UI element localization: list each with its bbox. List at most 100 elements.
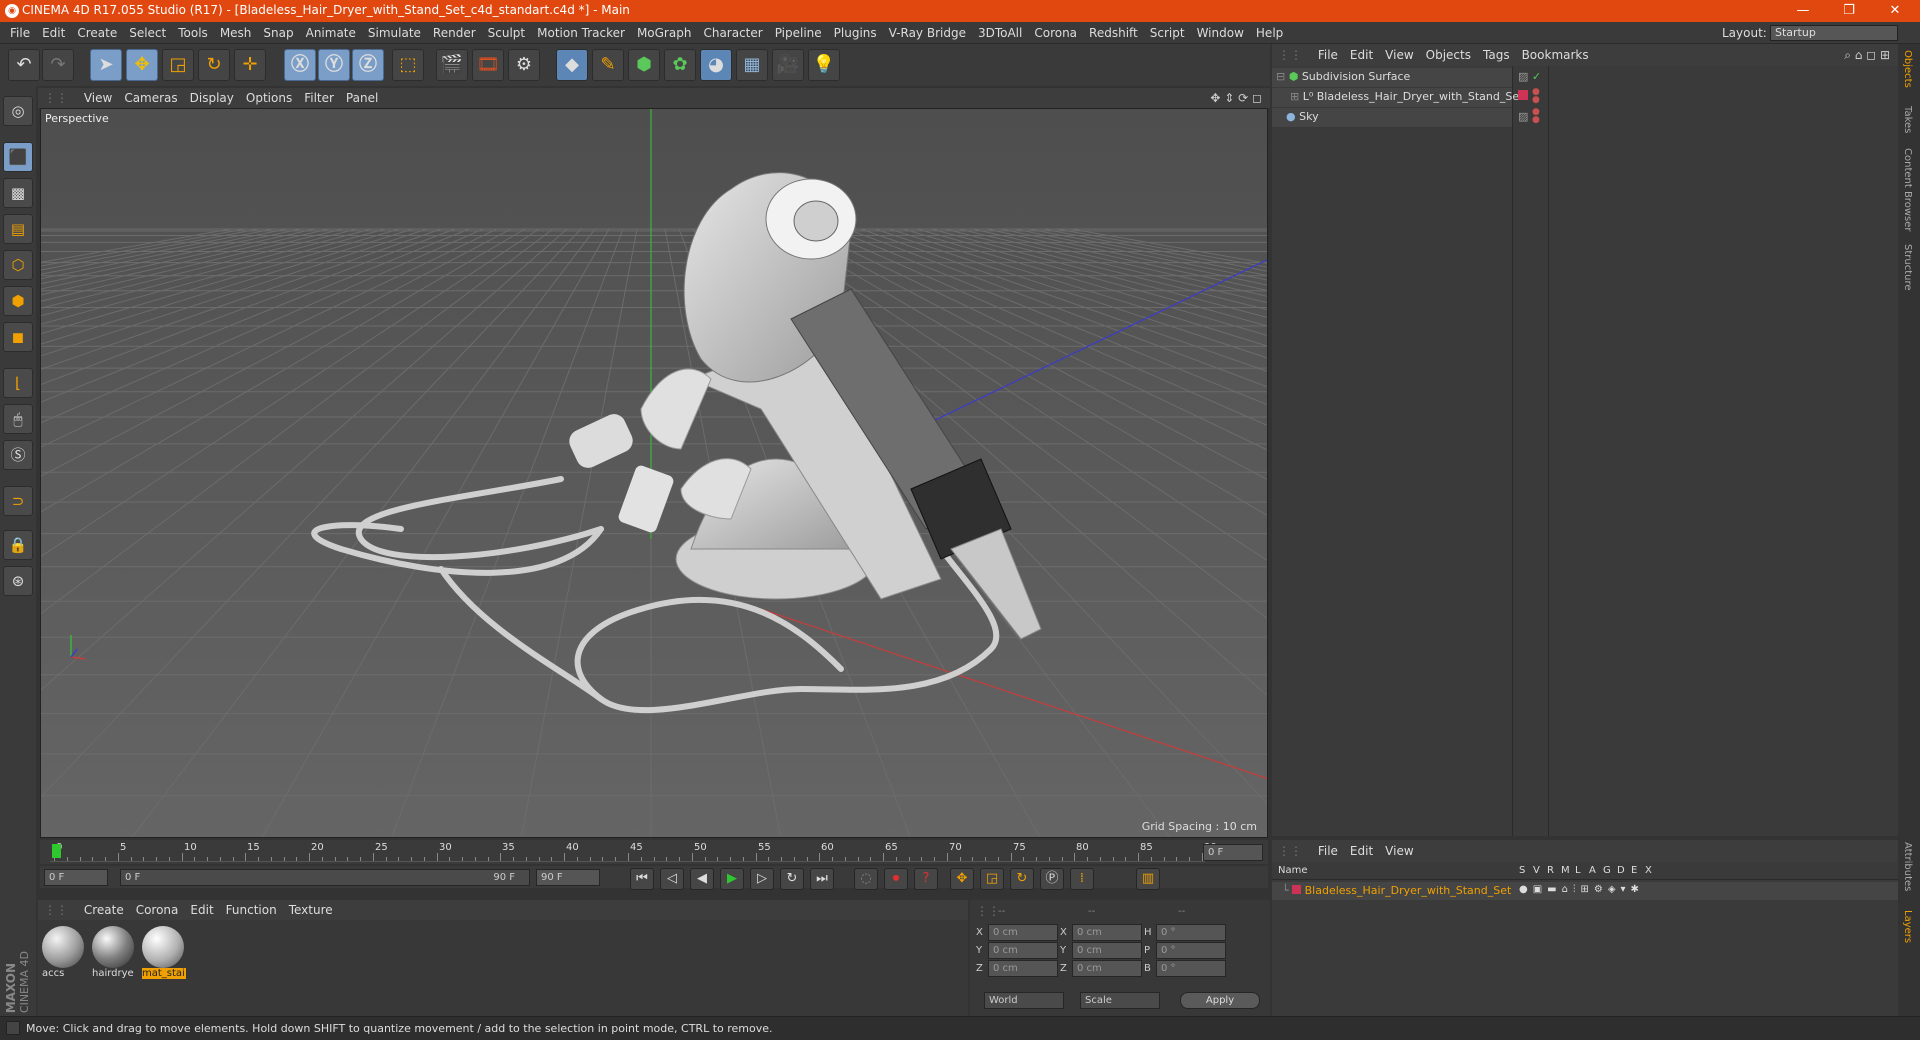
- menu-corona[interactable]: Corona: [1028, 22, 1083, 44]
- menu-motion-tracker[interactable]: Motion Tracker: [531, 22, 631, 44]
- y-axis-lock-icon[interactable]: Ⓨ: [318, 49, 350, 81]
- make-editable-icon[interactable]: ◎: [3, 96, 33, 126]
- menu-file[interactable]: File: [4, 22, 36, 44]
- snap-magnet-icon[interactable]: ⊃: [3, 486, 33, 516]
- step-forward-icon[interactable]: ▷: [750, 868, 774, 890]
- viewport-menu-options[interactable]: Options: [240, 88, 298, 108]
- current-frame-field[interactable]: 0 F: [1203, 844, 1263, 861]
- layer-flag-icons[interactable]: ●▣▬⌂⫶⊞⚙◈▾✱: [1519, 884, 1644, 895]
- record-keys-icon[interactable]: ⏺: [884, 868, 908, 890]
- layer-row[interactable]: └ Bladeless_Hair_Dryer_with_Stand_Set: [1282, 882, 1511, 900]
- render-view-icon[interactable]: 🎬: [436, 49, 468, 81]
- texture-mode-icon[interactable]: ▩: [3, 178, 33, 208]
- coord-value-field[interactable]: 0 cm: [1072, 924, 1142, 941]
- object-menu-file[interactable]: File: [1312, 44, 1344, 66]
- tab-attributes[interactable]: Attributes: [1902, 842, 1913, 891]
- object-menu-tags[interactable]: Tags: [1477, 44, 1516, 66]
- coord-scale-select[interactable]: Scale: [1080, 992, 1160, 1009]
- playhead[interactable]: [52, 844, 61, 858]
- menu-pipeline[interactable]: Pipeline: [769, 22, 828, 44]
- object-menu-view[interactable]: View: [1379, 44, 1419, 66]
- go-to-end-icon[interactable]: ⏭: [810, 868, 834, 890]
- editor-render-dots-icon[interactable]: ● ●: [1532, 88, 1540, 105]
- menu-v-ray-bridge[interactable]: V-Ray Bridge: [883, 22, 972, 44]
- minimize-button[interactable]: —: [1780, 0, 1826, 22]
- z-axis-lock-icon[interactable]: Ⓩ: [352, 49, 384, 81]
- key-rotation-icon[interactable]: ↻: [1010, 868, 1034, 890]
- step-back-icon[interactable]: ◀: [690, 868, 714, 890]
- sky-editor-render-dots-icon[interactable]: ● ●: [1532, 108, 1540, 125]
- tab-content-browser[interactable]: Content Browser: [1902, 148, 1913, 231]
- material-swatch[interactable]: hairdrye: [92, 926, 136, 980]
- menu-create[interactable]: Create: [71, 22, 123, 44]
- perspective-viewport[interactable]: Perspective Grid Spacing : 10 cm: [40, 108, 1268, 838]
- menu-mograph[interactable]: MoGraph: [631, 22, 698, 44]
- material-swatch[interactable]: mat_stai: [142, 926, 186, 980]
- viewport-menu-view[interactable]: View: [78, 88, 118, 108]
- visibility-toggle-icon[interactable]: ▨ ✓: [1518, 70, 1541, 83]
- menu-snap[interactable]: Snap: [257, 22, 299, 44]
- menu-mesh[interactable]: Mesh: [214, 22, 258, 44]
- live-select-icon[interactable]: ✛: [234, 49, 266, 81]
- object-row-hair-dryer-set[interactable]: ⊞ L⁰ Bladeless_Hair_Dryer_with_Stand_Set: [1290, 88, 1523, 106]
- menu-edit[interactable]: Edit: [36, 22, 71, 44]
- layer-color-tag[interactable]: [1518, 90, 1528, 100]
- tab-takes[interactable]: Takes: [1902, 106, 1913, 133]
- object-row-subdivision[interactable]: ⊟ ⬢ Subdivision Surface: [1276, 68, 1410, 86]
- coord-value-field[interactable]: 0 cm: [1072, 960, 1142, 977]
- menu-plugins[interactable]: Plugins: [828, 22, 883, 44]
- edges-mode-icon[interactable]: ⬢: [3, 286, 33, 316]
- key-scale-icon[interactable]: ◲: [980, 868, 1004, 890]
- key-position-icon[interactable]: ✥: [950, 868, 974, 890]
- floor-icon[interactable]: ▦: [736, 49, 768, 81]
- go-to-start-icon[interactable]: ⏮: [630, 868, 654, 890]
- coord-mode-select[interactable]: World: [984, 992, 1064, 1009]
- redo-icon[interactable]: ↷: [42, 49, 74, 81]
- material-swatch[interactable]: accs: [42, 926, 86, 980]
- play-icon[interactable]: ▶: [720, 868, 744, 890]
- apply-button[interactable]: Apply: [1180, 992, 1260, 1009]
- frame-range-slider[interactable]: 0 F 90 F: [120, 869, 530, 886]
- coord-value-field[interactable]: 0 °: [1156, 924, 1226, 941]
- render-picture-viewer-icon[interactable]: 🎞: [472, 49, 504, 81]
- pen-spline-icon[interactable]: ✎: [592, 49, 624, 81]
- object-menu-bookmarks[interactable]: Bookmarks: [1516, 44, 1595, 66]
- viewport-menu-filter[interactable]: Filter: [298, 88, 340, 108]
- object-row-sky[interactable]: ● Sky: [1286, 108, 1319, 126]
- viewport-menu-panel[interactable]: Panel: [340, 88, 384, 108]
- timeline-window-icon[interactable]: ▥: [1136, 868, 1160, 890]
- menu-3dtoall[interactable]: 3DToAll: [972, 22, 1028, 44]
- coord-value-field[interactable]: 0 cm: [1072, 942, 1142, 959]
- menu-redshift[interactable]: Redshift: [1083, 22, 1144, 44]
- layer-menu-view[interactable]: View: [1379, 840, 1419, 862]
- coord-value-field[interactable]: 0 °: [1156, 942, 1226, 959]
- tab-layers[interactable]: Layers: [1902, 910, 1913, 943]
- undo-icon[interactable]: ↶: [8, 49, 40, 81]
- points-mode-icon[interactable]: ⬡: [3, 250, 33, 280]
- layer-menu-file[interactable]: File: [1312, 840, 1344, 862]
- viewport-menu-cameras[interactable]: Cameras: [118, 88, 183, 108]
- world-coordinates-icon[interactable]: ⬚: [392, 49, 424, 81]
- keyframe-selection-icon[interactable]: ◌: [854, 868, 878, 890]
- render-settings-icon[interactable]: ⚙: [508, 49, 540, 81]
- menu-select[interactable]: Select: [123, 22, 172, 44]
- light-icon[interactable]: 💡: [808, 49, 840, 81]
- material-menu-texture[interactable]: Texture: [283, 900, 339, 920]
- material-menu-create[interactable]: Create: [78, 900, 130, 920]
- autokey-icon[interactable]: ?: [914, 868, 938, 890]
- coord-value-field[interactable]: 0 cm: [988, 942, 1058, 959]
- timeline-ruler[interactable]: 051015202530354045505560657075808590 0 F: [40, 840, 1268, 864]
- menu-animate[interactable]: Animate: [300, 22, 362, 44]
- next-key-icon[interactable]: ↻: [780, 868, 804, 890]
- select-cursor-icon[interactable]: ➤: [90, 49, 122, 81]
- rotate-icon[interactable]: ↻: [198, 49, 230, 81]
- menu-window[interactable]: Window: [1191, 22, 1250, 44]
- menu-sculpt[interactable]: Sculpt: [482, 22, 531, 44]
- viewport-navigation-icons[interactable]: ✥ ⇕ ⟳ ◻: [1210, 88, 1262, 108]
- layer-menu-edit[interactable]: Edit: [1344, 840, 1379, 862]
- locked-workplane-icon[interactable]: ⊛: [3, 566, 33, 596]
- move-icon[interactable]: ✥: [126, 49, 158, 81]
- axis-mode-icon[interactable]: ⌊: [3, 368, 33, 398]
- close-button[interactable]: ✕: [1872, 0, 1918, 22]
- viewport-menu-display[interactable]: Display: [184, 88, 240, 108]
